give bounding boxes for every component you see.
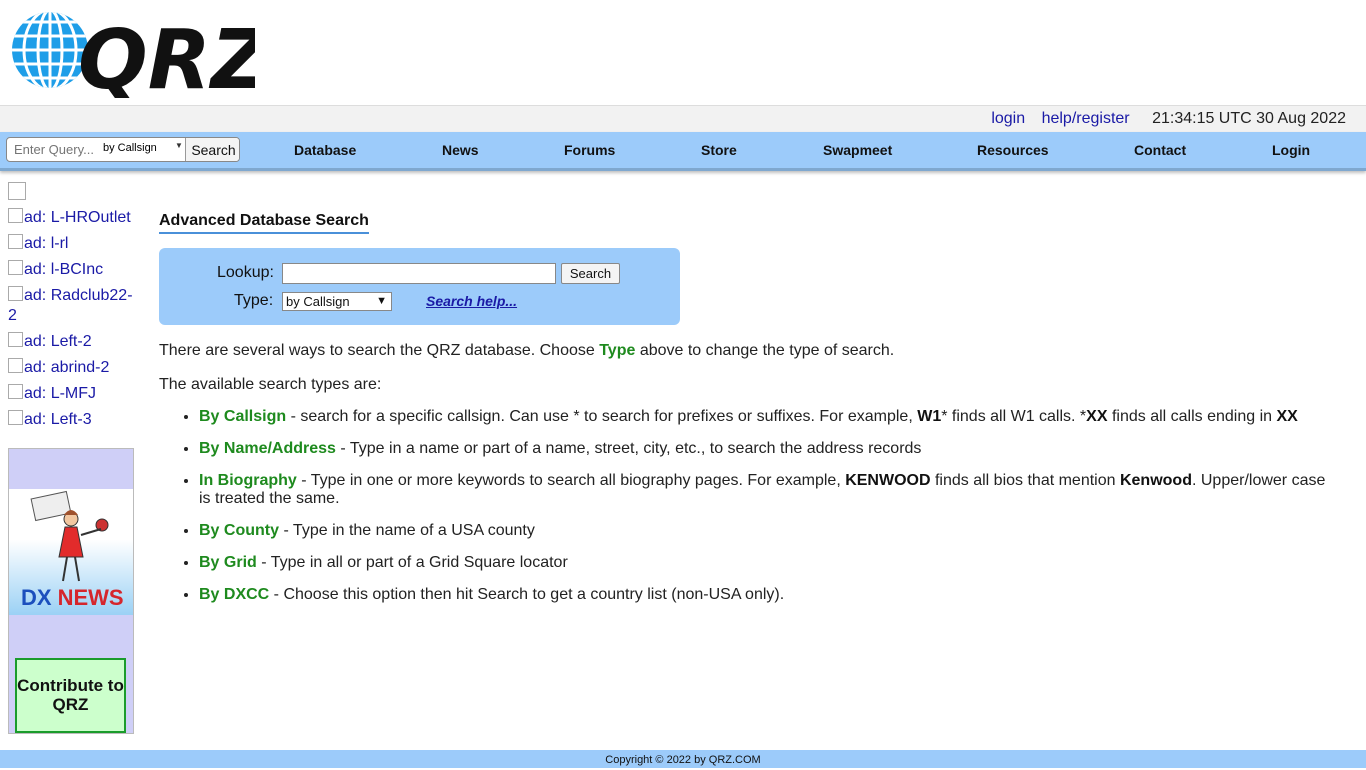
qrz-logo[interactable]: QRZ [10,10,272,108]
utc-clock: 21:34:15 UTC 30 Aug 2022 [1152,110,1346,127]
broken-image-icon [8,182,26,200]
list-item: By Name/Address - Type in a name or part… [199,440,1339,458]
nav-login[interactable]: Login [1272,142,1310,158]
broken-image-icon [8,208,23,223]
nav-store[interactable]: Store [701,142,737,158]
sidebar-ad[interactable]: ad: Left-2 [8,332,138,352]
main-navbar: by Callsign ▼ Search Database News Forum… [0,132,1366,171]
dx-news-panel: DX NEWS Contribute to QRZ [8,448,134,734]
contribute-button[interactable]: Contribute to QRZ [15,658,126,733]
query-input[interactable] [7,138,108,161]
broken-image-icon [8,286,23,301]
login-link[interactable]: login [991,110,1025,127]
lookup-label: Lookup: [217,264,274,281]
dx-news-banner[interactable]: DX NEWS [9,489,133,615]
type-label: Type: [234,292,274,309]
sidebar-ad[interactable]: ad: Radclub22-2 [8,286,138,326]
nav-resources[interactable]: Resources [977,142,1049,158]
main-content: Advanced Database Search Lookup: Search … [159,212,1349,603]
sidebar-ad[interactable]: ad: Left-3 [8,410,138,430]
page-title: Advanced Database Search [159,212,369,234]
chevron-down-icon: ▼ [376,295,387,307]
broken-image-icon [8,234,23,249]
query-type-select[interactable]: by Callsign [103,142,157,154]
sidebar-ad[interactable]: ad: l-rl [8,234,138,254]
search-button[interactable]: Search [561,263,620,284]
advanced-search-box: Lookup: Search Type: by Callsign ▼ Search… [159,248,680,325]
list-item: In Biography - Type in one or more keywo… [199,472,1339,508]
list-item: By County - Type in the name of a USA co… [199,522,1339,540]
chevron-down-icon: ▼ [175,141,183,150]
nav-contact[interactable]: Contact [1134,142,1186,158]
broken-image-icon [8,410,23,425]
help-register-link[interactable]: help/register [1042,110,1130,127]
sidebar-ad[interactable]: ad: L-MFJ [8,384,138,404]
list-item: By DXCC - Choose this option then hit Se… [199,586,1339,604]
nav-swapmeet[interactable]: Swapmeet [823,142,892,158]
broken-image-icon [8,384,23,399]
sidebar-ad[interactable]: ad: L-HROutlet [8,208,138,228]
svg-text:QRZ: QRZ [78,13,255,98]
left-sidebar: ad: L-HROutlet ad: l-rl ad: l-BCInc ad: … [8,182,138,436]
intro-text: There are several ways to search the QRZ… [159,342,895,359]
search-help-link[interactable]: Search help... [426,293,517,309]
broken-image-icon [8,260,23,275]
dx-news-title: DX NEWS [21,585,124,610]
broken-image-icon [8,358,23,373]
search-types-list: By Callsign - search for a specific call… [159,408,1339,618]
top-bar: login help/register 21:34:15 UTC 30 Aug … [0,105,1366,133]
site-header: QRZ [0,0,1366,108]
sidebar-ad[interactable]: ad: l-BCInc [8,260,138,280]
quick-query-box: by Callsign ▼ Search [6,137,240,162]
lookup-input[interactable] [282,263,556,284]
available-types-text: The available search types are: [159,376,382,393]
list-item: By Grid - Type in all or part of a Grid … [199,554,1339,572]
nav-news[interactable]: News [442,142,479,158]
footer-copyright: Copyright © 2022 by QRZ.COM [0,750,1366,768]
nav-forums[interactable]: Forums [564,142,615,158]
sidebar-ad[interactable]: ad: abrind-2 [8,358,138,378]
broken-image-icon [8,332,23,347]
nav-database[interactable]: Database [294,142,356,158]
list-item: By Callsign - search for a specific call… [199,408,1339,426]
query-search-button[interactable]: Search [185,138,239,161]
type-select[interactable]: by Callsign ▼ [282,292,392,311]
